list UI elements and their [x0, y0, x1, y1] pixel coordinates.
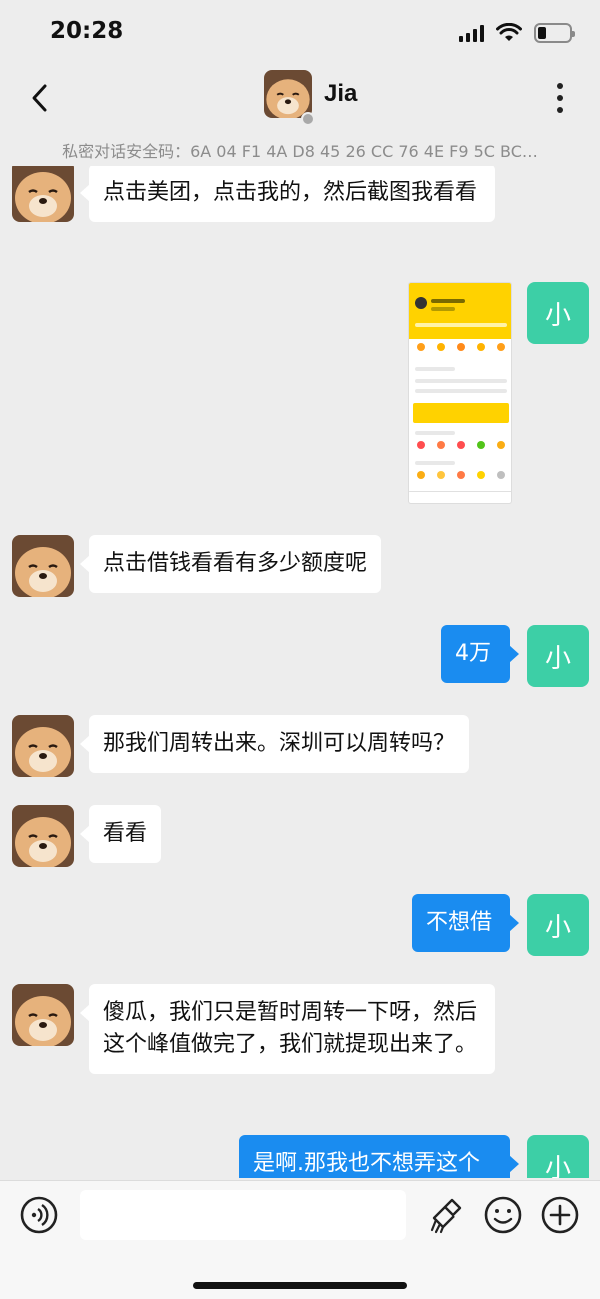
voice-button[interactable] [19, 1195, 59, 1235]
status-bar: 20:28 [0, 0, 600, 64]
message-bubble[interactable]: 不想借 [412, 894, 519, 952]
plus-circle-icon [541, 1196, 579, 1234]
brush-icon [430, 1198, 462, 1234]
chat-header: Jia [0, 64, 600, 132]
emoji-icon [484, 1196, 522, 1234]
message-bubble[interactable]: 点击借钱看看有多少额度呢 [79, 535, 382, 593]
signal-icon [459, 24, 484, 42]
dog-avatar-image [264, 70, 312, 118]
more-options-button[interactable] [550, 78, 570, 118]
chevron-left-icon [32, 84, 47, 112]
contact-name: Jia [324, 80, 358, 107]
contact-avatar[interactable] [264, 70, 312, 118]
message-outgoing-image: 小 [0, 166, 600, 516]
presence-indicator [301, 112, 315, 126]
message-bubble[interactable]: 傻瓜，我们只是暂时周转一下呀，然后这个峰值做完了，我们就提现出来了。 [80, 984, 495, 1074]
status-time: 20:28 [50, 18, 124, 44]
sender-avatar[interactable] [12, 805, 74, 867]
my-avatar[interactable]: 小 [527, 1135, 589, 1178]
message-bubble[interactable]: 是啊.那我也不想弄这个 [239, 1135, 519, 1178]
dog-avatar-image [12, 805, 74, 867]
contact-info[interactable]: Jia [264, 70, 357, 118]
input-bar [0, 1180, 600, 1299]
message-bubble[interactable]: 4万 [441, 625, 519, 683]
status-icons [459, 20, 575, 46]
my-avatar[interactable]: 小 [527, 894, 589, 956]
my-avatar[interactable]: 小 [527, 282, 589, 344]
dog-avatar-image [12, 715, 74, 777]
wifi-icon [496, 23, 522, 41]
back-button[interactable] [20, 78, 60, 118]
voice-icon [20, 1196, 58, 1234]
clean-button[interactable] [426, 1195, 466, 1235]
sender-avatar[interactable] [12, 715, 74, 777]
message-bubble[interactable]: 看看 [79, 805, 162, 863]
more-vertical-icon [557, 83, 563, 89]
dog-avatar-image [12, 984, 74, 1046]
my-avatar[interactable]: 小 [527, 625, 589, 687]
sender-avatar[interactable] [12, 984, 74, 1046]
home-indicator[interactable] [193, 1282, 407, 1289]
message-bubble[interactable]: 那我们周转出来。深圳可以周转吗？ [79, 715, 470, 773]
emoji-button[interactable] [483, 1195, 523, 1235]
battery-level [538, 27, 547, 39]
message-list[interactable]: 点击美团，点击我的，然后截图我看看 小 点击借钱看看有多少额度呢 4万 小 那我… [0, 166, 600, 1178]
dog-avatar-image [12, 535, 74, 597]
screenshot-thumbnail[interactable] [408, 282, 512, 504]
battery-icon [534, 23, 575, 43]
message-input[interactable] [80, 1190, 406, 1240]
security-code: 私密对话安全码：6A 04 F1 4A D8 45 26 CC 76 4E F9… [62, 142, 538, 161]
sender-avatar[interactable] [12, 535, 74, 597]
add-button[interactable] [540, 1195, 580, 1235]
